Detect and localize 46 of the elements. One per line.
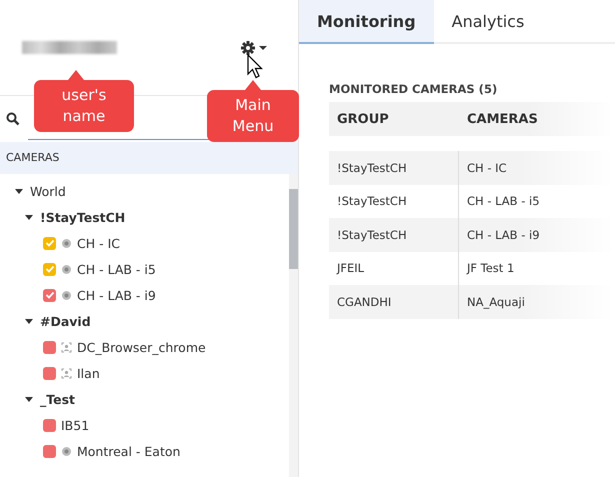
caret-icon[interactable]	[14, 187, 24, 195]
person-frame-icon	[61, 368, 72, 378]
table-cell: CGANDHI	[329, 285, 459, 318]
table-cell: !StayTestCH	[329, 218, 459, 252]
caret-icon[interactable]	[24, 317, 34, 325]
table-cell: !StayTestCH	[329, 151, 459, 184]
gear-icon	[240, 40, 268, 56]
person-frame-icon	[61, 342, 72, 352]
camera-item[interactable]: CH - LAB - i5	[77, 262, 156, 276]
dome-camera-icon	[61, 446, 72, 456]
dome-camera-icon	[61, 290, 72, 300]
checkbox[interactable]	[43, 340, 56, 354]
mouse-pointer-icon	[247, 54, 263, 80]
search-icon	[6, 112, 20, 126]
tab[interactable]: Monitoring	[299, 0, 434, 44]
scrollbar[interactable]	[289, 174, 298, 477]
camera-item[interactable]: CH - IC	[77, 236, 120, 250]
table-title: MONITORED CAMERAS (5)	[329, 82, 498, 96]
camera-item[interactable]: DC_Browser_chrome	[77, 340, 206, 354]
column-header: CAMERAS	[466, 112, 539, 126]
scrollbar-thumb[interactable]	[289, 189, 298, 269]
checkbox[interactable]	[43, 236, 56, 250]
tab[interactable]: Analytics	[434, 0, 542, 42]
camera-item[interactable]: CH - LAB - i9	[77, 288, 156, 302]
cameras-header: CAMERAS	[0, 142, 298, 174]
callout-tooltip: Main Menu	[207, 80, 299, 142]
table-cell: JFEIL	[329, 252, 459, 285]
camera-item[interactable]: IB51	[61, 418, 90, 432]
table-cell: !StayTestCH	[329, 184, 459, 218]
column-header: GROUP	[336, 112, 390, 126]
checkbox[interactable]	[43, 288, 56, 302]
checkbox[interactable]	[43, 366, 56, 380]
dome-camera-icon	[61, 264, 72, 274]
caret-icon[interactable]	[24, 395, 34, 403]
tree-group[interactable]: !StayTestCH	[40, 210, 126, 224]
tree-group[interactable]: #David	[40, 314, 91, 328]
checkbox[interactable]	[43, 444, 56, 458]
camera-item[interactable]: Montreal - Eaton	[77, 444, 180, 458]
checkbox[interactable]	[43, 262, 56, 276]
caret-icon[interactable]	[24, 213, 34, 221]
tree-item[interactable]: World	[30, 184, 66, 198]
checkbox[interactable]	[43, 418, 56, 432]
dome-camera-icon	[61, 238, 72, 248]
callout-tooltip: user's name	[34, 70, 134, 132]
camera-item[interactable]: Ilan	[77, 366, 100, 380]
tree-group[interactable]: _Test	[40, 392, 76, 406]
